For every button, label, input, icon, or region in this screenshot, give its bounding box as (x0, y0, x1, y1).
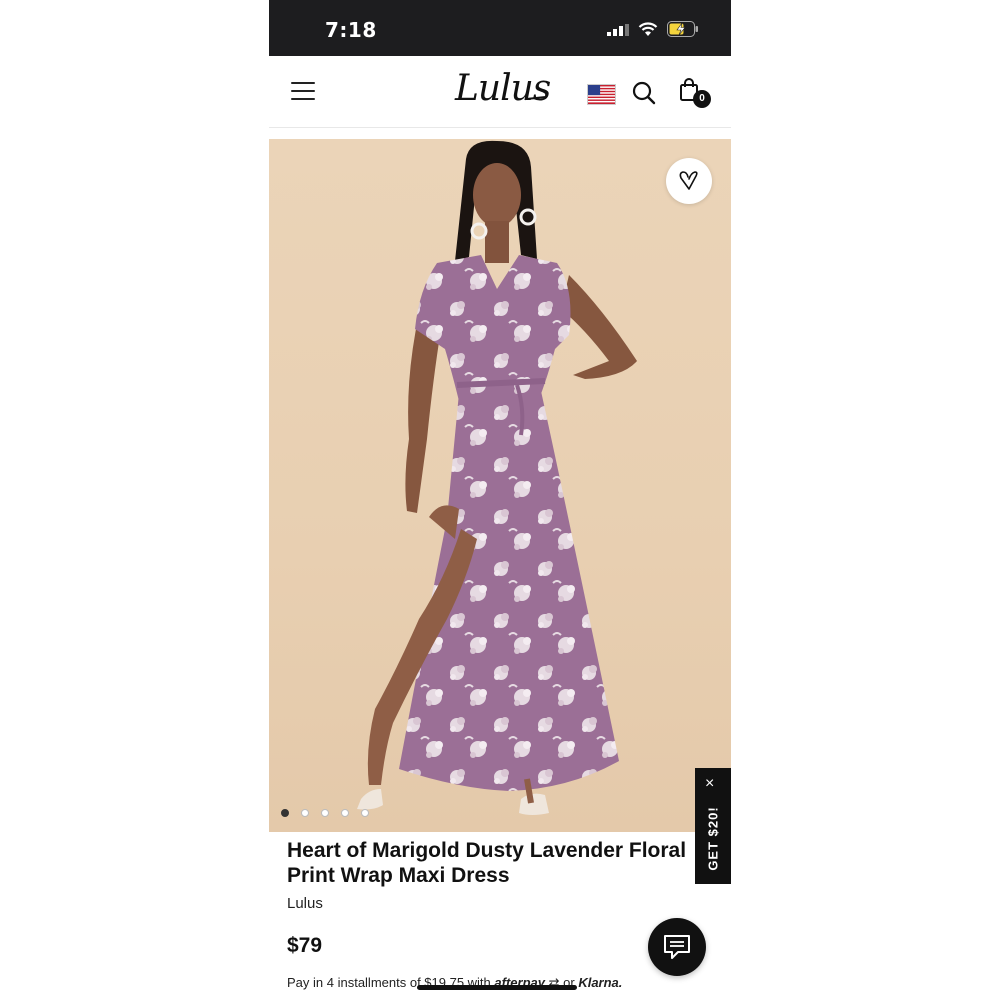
wishlist-button[interactable] (666, 158, 712, 204)
promo-label[interactable]: GET $20! (695, 798, 731, 878)
site-header: Lulus 0 (269, 56, 731, 128)
us-flag-icon[interactable] (587, 84, 616, 105)
chat-bubble-icon (664, 935, 690, 959)
cart-count-badge: 0 (693, 90, 711, 108)
battery-charging-icon (667, 21, 698, 37)
close-icon[interactable]: × (705, 776, 714, 792)
klarna-logo[interactable]: Klarna. (578, 975, 622, 990)
product-brand[interactable]: Lulus (287, 895, 323, 912)
wifi-icon (638, 22, 658, 36)
status-time: 7:18 (325, 18, 377, 42)
signal-icon (607, 24, 629, 36)
carousel-dot[interactable] (301, 809, 309, 817)
carousel-dot[interactable] (321, 809, 329, 817)
menu-icon[interactable] (291, 82, 315, 102)
carousel-dot[interactable] (341, 809, 349, 817)
brand-logo[interactable]: Lulus (455, 68, 551, 109)
promo-label-text: GET $20! (705, 805, 721, 871)
carousel-dot[interactable] (361, 809, 369, 817)
product-photo (357, 140, 637, 815)
home-indicator (417, 985, 577, 990)
carousel-dots (281, 809, 369, 817)
product-price: $79 (287, 934, 323, 957)
search-icon[interactable] (631, 80, 657, 106)
carousel-dot[interactable] (281, 809, 289, 817)
chat-button[interactable] (648, 918, 706, 976)
status-bar: 7:18 (269, 0, 731, 56)
product-image-carousel[interactable] (269, 139, 731, 832)
phone-screen: 7:18 Lulus 0 × GET $20! Heart of Marigol… (269, 0, 731, 1000)
product-title: Heart of Marigold Dusty Lavender Floral … (287, 839, 687, 887)
promo-tab[interactable]: × GET $20! (695, 768, 731, 884)
heart-icon (679, 171, 698, 190)
